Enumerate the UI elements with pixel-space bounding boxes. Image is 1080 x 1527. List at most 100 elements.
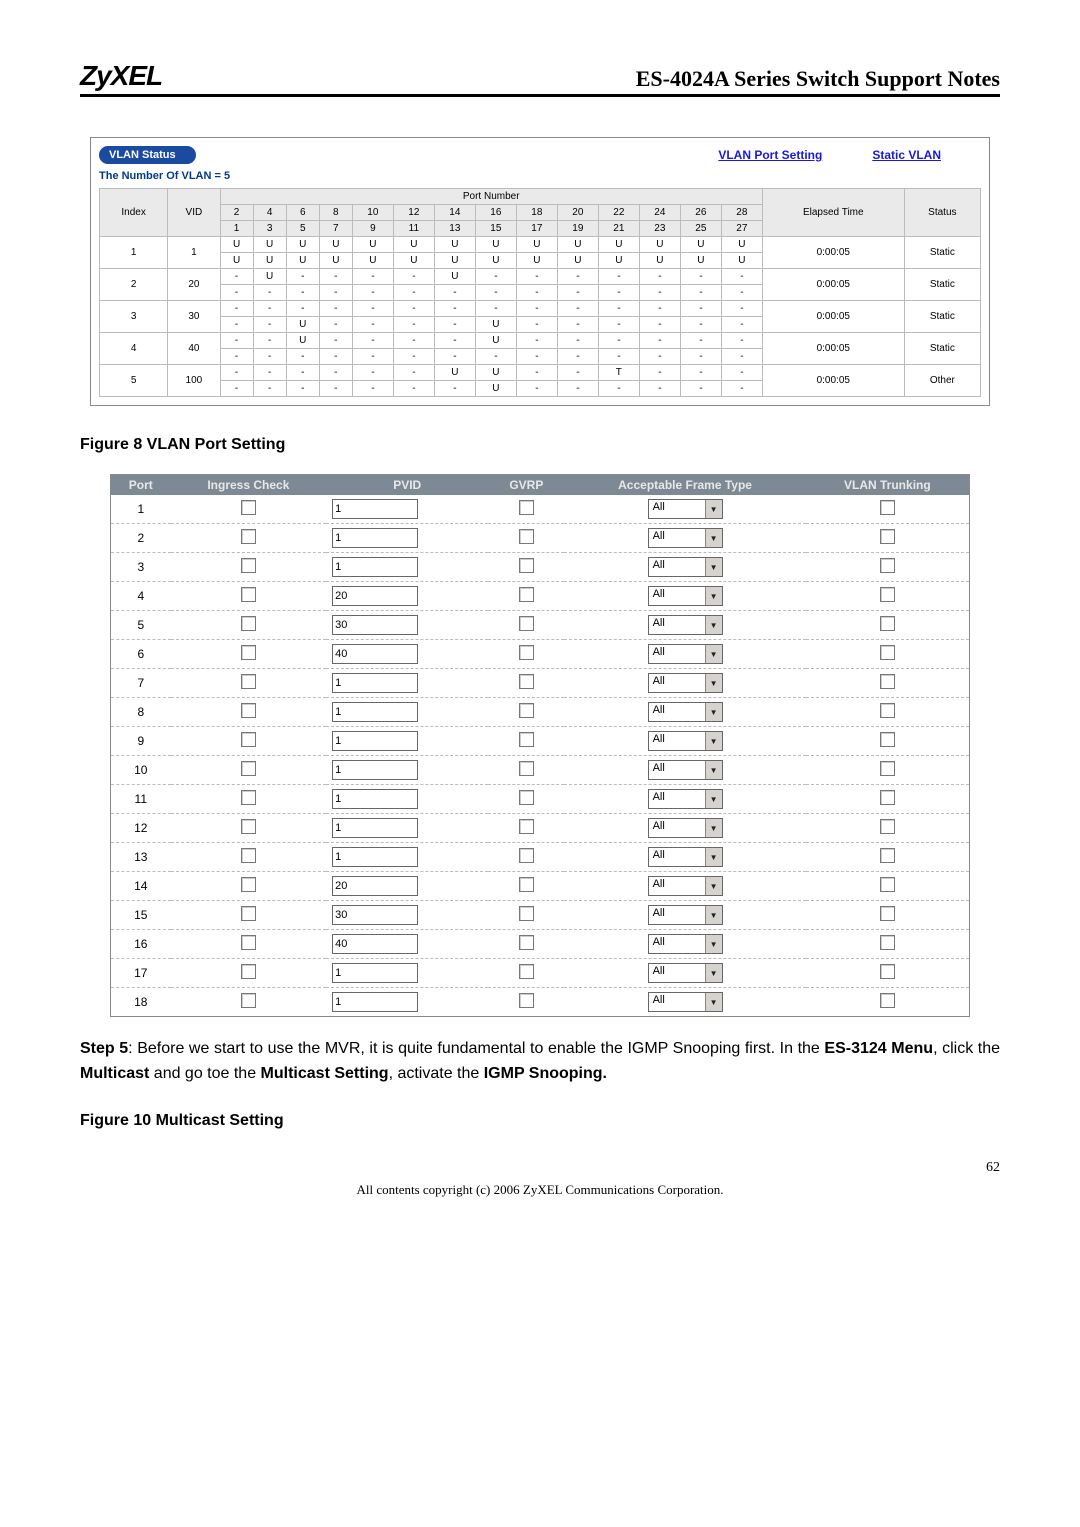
- pvid-input[interactable]: [332, 760, 418, 780]
- frame-type-select[interactable]: All▼: [648, 586, 723, 606]
- pvid-input[interactable]: [332, 702, 418, 722]
- gvrp-checkbox[interactable]: [519, 761, 534, 776]
- frame-type-select[interactable]: All▼: [648, 818, 723, 838]
- gvrp-checkbox[interactable]: [519, 500, 534, 515]
- chevron-down-icon[interactable]: ▼: [705, 877, 722, 895]
- frame-type-select[interactable]: All▼: [648, 702, 723, 722]
- gvrp-checkbox[interactable]: [519, 877, 534, 892]
- static-vlan-link[interactable]: Static VLAN: [872, 148, 941, 162]
- trunking-checkbox[interactable]: [880, 587, 895, 602]
- pvid-input[interactable]: [332, 963, 418, 983]
- trunking-checkbox[interactable]: [880, 703, 895, 718]
- trunking-checkbox[interactable]: [880, 674, 895, 689]
- gvrp-checkbox[interactable]: [519, 732, 534, 747]
- trunking-checkbox[interactable]: [880, 819, 895, 834]
- pvid-input[interactable]: [332, 934, 418, 954]
- pvid-input[interactable]: [332, 905, 418, 925]
- ingress-checkbox[interactable]: [241, 935, 256, 950]
- gvrp-checkbox[interactable]: [519, 819, 534, 834]
- pvid-input[interactable]: [332, 499, 418, 519]
- ingress-checkbox[interactable]: [241, 819, 256, 834]
- chevron-down-icon[interactable]: ▼: [705, 935, 722, 953]
- trunking-checkbox[interactable]: [880, 616, 895, 631]
- ingress-checkbox[interactable]: [241, 848, 256, 863]
- vlan-port-setting-link[interactable]: VLAN Port Setting: [718, 148, 822, 162]
- chevron-down-icon[interactable]: ▼: [705, 993, 722, 1011]
- pvid-input[interactable]: [332, 876, 418, 896]
- chevron-down-icon[interactable]: ▼: [705, 906, 722, 924]
- chevron-down-icon[interactable]: ▼: [705, 674, 722, 692]
- gvrp-checkbox[interactable]: [519, 935, 534, 950]
- chevron-down-icon[interactable]: ▼: [705, 761, 722, 779]
- pvid-input[interactable]: [332, 644, 418, 664]
- gvrp-checkbox[interactable]: [519, 848, 534, 863]
- trunking-checkbox[interactable]: [880, 558, 895, 573]
- trunking-checkbox[interactable]: [880, 993, 895, 1008]
- ingress-checkbox[interactable]: [241, 674, 256, 689]
- ingress-checkbox[interactable]: [241, 645, 256, 660]
- gvrp-checkbox[interactable]: [519, 645, 534, 660]
- frame-type-select[interactable]: All▼: [648, 905, 723, 925]
- ingress-checkbox[interactable]: [241, 906, 256, 921]
- trunking-checkbox[interactable]: [880, 732, 895, 747]
- frame-type-select[interactable]: All▼: [648, 673, 723, 693]
- chevron-down-icon[interactable]: ▼: [705, 848, 722, 866]
- chevron-down-icon[interactable]: ▼: [705, 732, 722, 750]
- pvid-input[interactable]: [332, 992, 418, 1012]
- chevron-down-icon[interactable]: ▼: [705, 529, 722, 547]
- trunking-checkbox[interactable]: [880, 935, 895, 950]
- trunking-checkbox[interactable]: [880, 500, 895, 515]
- chevron-down-icon[interactable]: ▼: [705, 790, 722, 808]
- ingress-checkbox[interactable]: [241, 500, 256, 515]
- trunking-checkbox[interactable]: [880, 848, 895, 863]
- gvrp-checkbox[interactable]: [519, 703, 534, 718]
- pvid-input[interactable]: [332, 731, 418, 751]
- ingress-checkbox[interactable]: [241, 877, 256, 892]
- frame-type-select[interactable]: All▼: [648, 557, 723, 577]
- frame-type-select[interactable]: All▼: [648, 760, 723, 780]
- ingress-checkbox[interactable]: [241, 703, 256, 718]
- gvrp-checkbox[interactable]: [519, 529, 534, 544]
- frame-type-select[interactable]: All▼: [648, 615, 723, 635]
- chevron-down-icon[interactable]: ▼: [705, 616, 722, 634]
- gvrp-checkbox[interactable]: [519, 558, 534, 573]
- pvid-input[interactable]: [332, 586, 418, 606]
- trunking-checkbox[interactable]: [880, 529, 895, 544]
- frame-type-select[interactable]: All▼: [648, 934, 723, 954]
- ingress-checkbox[interactable]: [241, 790, 256, 805]
- trunking-checkbox[interactable]: [880, 790, 895, 805]
- ingress-checkbox[interactable]: [241, 587, 256, 602]
- ingress-checkbox[interactable]: [241, 558, 256, 573]
- ingress-checkbox[interactable]: [241, 616, 256, 631]
- ingress-checkbox[interactable]: [241, 529, 256, 544]
- chevron-down-icon[interactable]: ▼: [705, 587, 722, 605]
- chevron-down-icon[interactable]: ▼: [705, 703, 722, 721]
- pvid-input[interactable]: [332, 673, 418, 693]
- frame-type-select[interactable]: All▼: [648, 847, 723, 867]
- trunking-checkbox[interactable]: [880, 964, 895, 979]
- ingress-checkbox[interactable]: [241, 732, 256, 747]
- ingress-checkbox[interactable]: [241, 761, 256, 776]
- gvrp-checkbox[interactable]: [519, 906, 534, 921]
- gvrp-checkbox[interactable]: [519, 587, 534, 602]
- pvid-input[interactable]: [332, 818, 418, 838]
- gvrp-checkbox[interactable]: [519, 993, 534, 1008]
- pvid-input[interactable]: [332, 789, 418, 809]
- chevron-down-icon[interactable]: ▼: [705, 819, 722, 837]
- gvrp-checkbox[interactable]: [519, 964, 534, 979]
- pvid-input[interactable]: [332, 557, 418, 577]
- gvrp-checkbox[interactable]: [519, 790, 534, 805]
- frame-type-select[interactable]: All▼: [648, 731, 723, 751]
- ingress-checkbox[interactable]: [241, 964, 256, 979]
- pvid-input[interactable]: [332, 847, 418, 867]
- trunking-checkbox[interactable]: [880, 645, 895, 660]
- frame-type-select[interactable]: All▼: [648, 528, 723, 548]
- frame-type-select[interactable]: All▼: [648, 789, 723, 809]
- frame-type-select[interactable]: All▼: [648, 644, 723, 664]
- gvrp-checkbox[interactable]: [519, 616, 534, 631]
- pvid-input[interactable]: [332, 528, 418, 548]
- trunking-checkbox[interactable]: [880, 877, 895, 892]
- frame-type-select[interactable]: All▼: [648, 963, 723, 983]
- pvid-input[interactable]: [332, 615, 418, 635]
- chevron-down-icon[interactable]: ▼: [705, 558, 722, 576]
